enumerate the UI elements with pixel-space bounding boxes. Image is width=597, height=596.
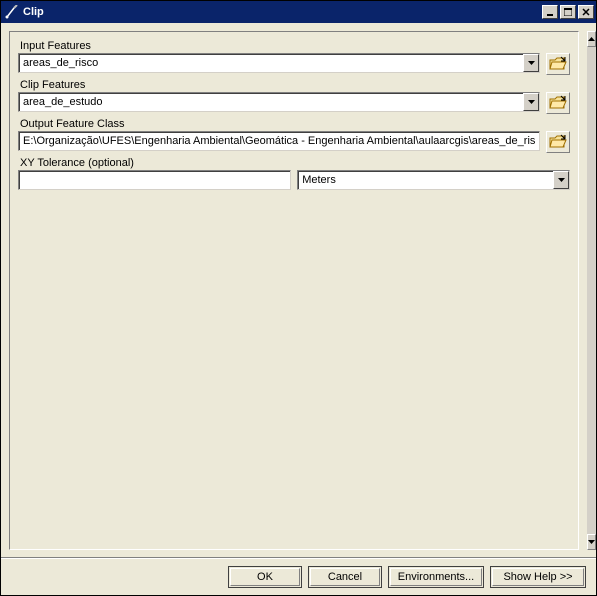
window-title: Clip [19,6,540,18]
cancel-button-label: Cancel [328,571,362,583]
form-panel-outer: Input Features areas_de_risco [1,23,587,558]
output-feature-class-input[interactable]: E:\Organização\UFES\Engenharia Ambiental… [18,131,540,151]
clip-features-group: Clip Features area_de_estudo [18,77,570,114]
output-feature-class-group: Output Feature Class E:\Organização\UFES… [18,116,570,153]
environments-button[interactable]: Environments... [388,566,484,588]
show-help-button[interactable]: Show Help >> [490,566,586,588]
tool-icon [5,5,19,19]
xy-tolerance-units-combo[interactable]: Meters [297,170,570,190]
client-area: Input Features areas_de_risco [1,23,596,595]
environments-button-label: Environments... [398,571,474,583]
scroll-track[interactable] [587,47,596,534]
input-features-label: Input Features [18,38,570,53]
maximize-button[interactable] [560,5,576,19]
xy-tolerance-input[interactable] [18,170,291,190]
output-feature-class-browse-button[interactable] [546,131,570,153]
input-features-browse-button[interactable] [546,53,570,75]
ok-button-label: OK [257,571,273,583]
window-controls [540,1,596,23]
input-features-combo[interactable]: areas_de_risco [18,53,540,73]
clip-features-label: Clip Features [18,77,570,92]
titlebar: Clip [1,1,596,23]
input-features-value: areas_de_risco [19,57,523,69]
clip-dialog: Clip Input Features [0,0,597,596]
form-panel: Input Features areas_de_risco [9,31,579,550]
vertical-scrollbar[interactable] [587,31,596,550]
scroll-up-button[interactable] [587,31,596,47]
cancel-button[interactable]: Cancel [308,566,382,588]
xy-tolerance-group: XY Tolerance (optional) Meters [18,155,570,190]
xy-tolerance-units-value: Meters [298,174,553,186]
input-features-group: Input Features areas_de_risco [18,38,570,75]
chevron-down-icon[interactable] [553,171,569,189]
output-feature-class-label: Output Feature Class [18,116,570,131]
minimize-button[interactable] [542,5,558,19]
ok-button[interactable]: OK [228,566,302,588]
chevron-down-icon[interactable] [523,54,539,72]
body-area: Input Features areas_de_risco [1,23,596,558]
xy-tolerance-label: XY Tolerance (optional) [18,155,570,170]
clip-features-browse-button[interactable] [546,92,570,114]
clip-features-combo[interactable]: area_de_estudo [18,92,540,112]
chevron-down-icon[interactable] [523,93,539,111]
show-help-button-label: Show Help >> [503,571,572,583]
output-feature-class-value: E:\Organização\UFES\Engenharia Ambiental… [19,135,539,147]
scroll-down-button[interactable] [587,534,596,550]
clip-features-value: area_de_estudo [19,96,523,108]
close-button[interactable] [578,5,594,19]
footer: OK Cancel Environments... Show Help >> [1,558,596,595]
